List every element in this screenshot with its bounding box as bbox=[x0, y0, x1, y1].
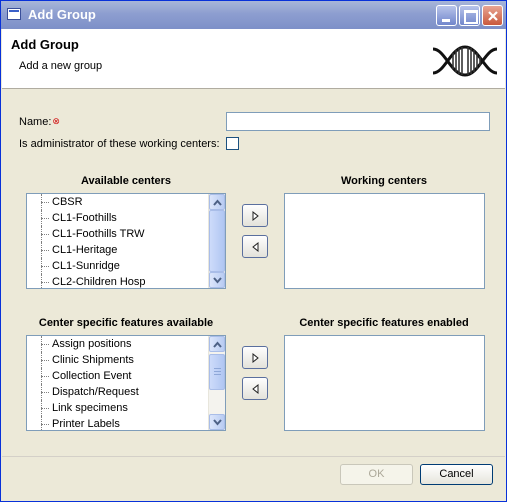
available-centers-title: Available centers bbox=[80, 175, 172, 187]
chevron-down-icon bbox=[213, 419, 222, 426]
maximize-button[interactable] bbox=[459, 5, 480, 26]
list-item[interactable]: Collection Event bbox=[27, 368, 208, 384]
scroll-down-button[interactable] bbox=[209, 414, 225, 430]
close-icon bbox=[488, 11, 498, 21]
working-centers-title: Working centers bbox=[341, 175, 427, 187]
scroll-thumb[interactable] bbox=[209, 210, 225, 272]
list-item[interactable]: Link specimens bbox=[27, 400, 208, 416]
scroll-up-button[interactable] bbox=[209, 194, 225, 210]
arrow-left-icon bbox=[252, 384, 259, 394]
required-icon: ⊗ bbox=[52, 116, 60, 126]
chevron-up-icon bbox=[213, 341, 222, 348]
remove-feature-button[interactable] bbox=[242, 377, 268, 400]
title-bar[interactable]: Add Group bbox=[1, 1, 506, 29]
list-item[interactable]: CL1-Foothills TRW bbox=[27, 226, 208, 242]
add-center-button[interactable] bbox=[242, 204, 268, 227]
minimize-button[interactable] bbox=[436, 5, 457, 26]
add-group-dialog: Add Group Add Group Add a new group Name… bbox=[0, 0, 507, 502]
add-feature-button[interactable] bbox=[242, 346, 268, 369]
window-title: Add Group bbox=[28, 7, 96, 22]
remove-center-button[interactable] bbox=[242, 235, 268, 258]
list-item[interactable]: Clinic Shipments bbox=[27, 352, 208, 368]
header-title: Add Group bbox=[11, 37, 79, 52]
list-item[interactable]: CL1-Foothills bbox=[27, 210, 208, 226]
available-features-title: Center specific features available bbox=[38, 317, 214, 329]
scroll-down-button[interactable] bbox=[209, 272, 225, 288]
admin-checkbox[interactable] bbox=[226, 137, 239, 150]
list-item[interactable]: CL1-Sunridge bbox=[27, 258, 208, 274]
working-centers-list[interactable] bbox=[284, 193, 485, 289]
footer-divider bbox=[2, 456, 505, 457]
ok-button[interactable]: OK bbox=[340, 464, 413, 485]
admin-label: Is administrator of these working center… bbox=[19, 138, 220, 150]
scroll-up-button[interactable] bbox=[209, 336, 225, 352]
name-input[interactable] bbox=[226, 112, 490, 131]
enabled-features-list[interactable] bbox=[284, 335, 485, 431]
enabled-features-title: Center specific features enabled bbox=[299, 317, 469, 329]
available-centers-list[interactable]: CBSR CL1-Foothills CL1-Foothills TRW CL1-He… bbox=[26, 193, 226, 289]
scroll-thumb[interactable] bbox=[209, 354, 225, 390]
chevron-down-icon bbox=[213, 277, 222, 284]
arrow-left-icon bbox=[252, 242, 259, 252]
close-button[interactable] bbox=[482, 5, 503, 26]
name-label: Name:⊗ bbox=[19, 116, 60, 128]
available-features-list[interactable]: Assign positions Clinic Shipments Collecti… bbox=[26, 335, 226, 431]
vertical-scrollbar[interactable] bbox=[208, 194, 225, 288]
chevron-up-icon bbox=[213, 199, 222, 206]
header-subtitle: Add a new group bbox=[19, 60, 103, 72]
vertical-scrollbar[interactable] bbox=[208, 336, 225, 430]
list-item[interactable]: CL2-Children Hosp bbox=[27, 274, 208, 288]
cancel-button[interactable]: Cancel bbox=[420, 464, 493, 485]
dna-helix-icon bbox=[432, 45, 498, 77]
list-item[interactable]: Printer Labels bbox=[27, 416, 208, 430]
list-item[interactable]: Dispatch/Request bbox=[27, 384, 208, 400]
arrow-right-icon bbox=[252, 353, 259, 363]
list-item[interactable]: CBSR bbox=[27, 194, 208, 210]
list-item[interactable]: Assign positions bbox=[27, 336, 208, 352]
arrow-right-icon bbox=[252, 211, 259, 221]
list-item[interactable]: CL1-Heritage bbox=[27, 242, 208, 258]
dialog-header: Add Group Add a new group bbox=[2, 29, 505, 89]
window-icon bbox=[7, 8, 21, 20]
